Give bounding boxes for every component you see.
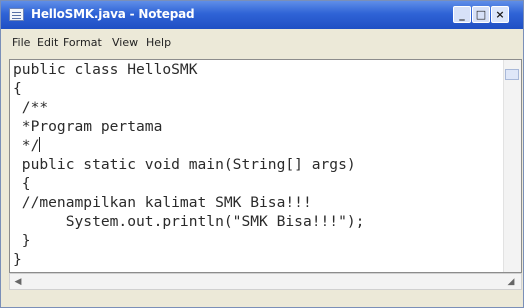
horizontal-scrollbar[interactable]: ◀ ◢ <box>9 273 522 290</box>
code-line: } <box>13 232 31 249</box>
code-line: public static void main(String[] args) <box>13 156 356 173</box>
maximize-button[interactable]: □ <box>472 6 490 23</box>
text-editor[interactable]: public class HelloSMK { /** *Program per… <box>9 59 522 273</box>
notepad-icon <box>9 8 24 21</box>
notepad-window: HelloSMK.java - Notepad _ □ × File Edit … <box>0 0 524 308</box>
code-line: */ <box>13 137 41 154</box>
code-line: } <box>13 251 22 268</box>
code-line: *Program pertama <box>13 118 163 135</box>
code-line: public class HelloSMK <box>13 61 198 78</box>
text-caret <box>39 137 41 152</box>
title-bar[interactable]: HelloSMK.java - Notepad _ □ × <box>1 1 523 29</box>
scroll-left-arrow-icon[interactable]: ◀ <box>11 275 25 288</box>
scroll-up-arrow-icon[interactable] <box>505 69 519 80</box>
code-line: { <box>13 175 31 192</box>
minimize-button[interactable]: _ <box>453 6 471 23</box>
code-line: /** <box>13 99 49 116</box>
menu-bar: File Edit Format View Help <box>1 29 523 53</box>
vertical-scrollbar[interactable] <box>503 60 521 272</box>
resize-grip-icon[interactable]: ◢ <box>504 275 518 288</box>
menu-file[interactable]: File <box>12 36 30 49</box>
code-line-text: */ <box>13 137 40 154</box>
menu-format[interactable]: Format <box>63 36 102 49</box>
window-title: HelloSMK.java - Notepad <box>31 7 195 21</box>
menu-help[interactable]: Help <box>146 36 171 49</box>
code-line: { <box>13 80 22 97</box>
code-line: System.out.println("SMK Bisa!!!"); <box>13 213 365 230</box>
code-line: //menampilkan kalimat SMK Bisa!!! <box>13 194 312 211</box>
close-button[interactable]: × <box>491 6 509 23</box>
menu-view[interactable]: View <box>112 36 138 49</box>
menu-edit[interactable]: Edit <box>37 36 58 49</box>
